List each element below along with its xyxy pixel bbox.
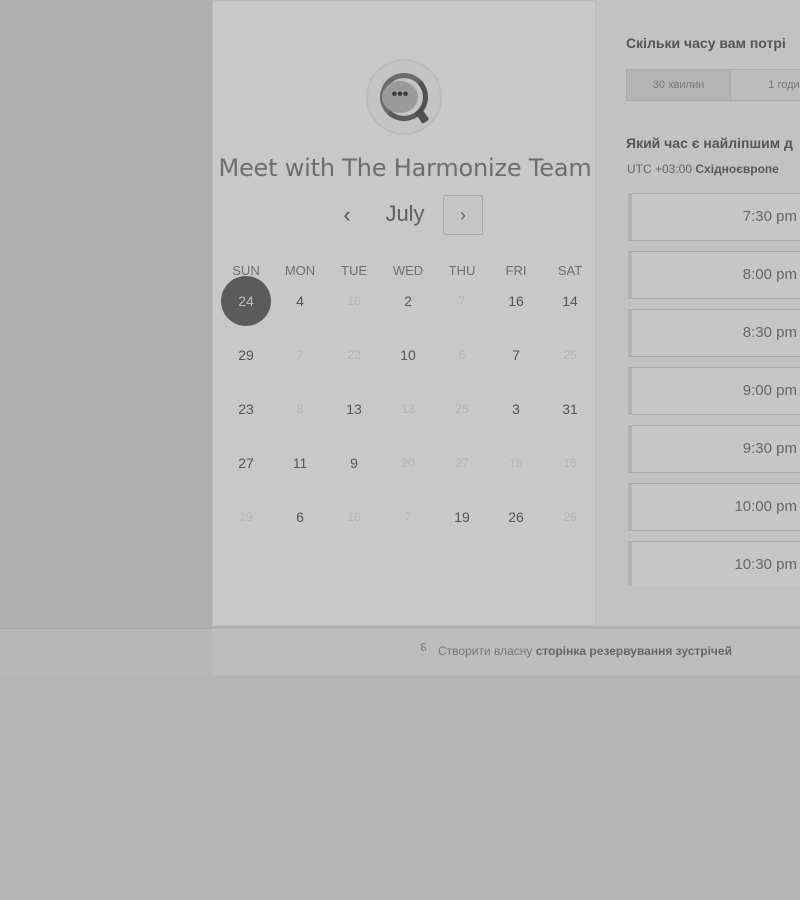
team-avatar: ••• — [366, 59, 442, 135]
calendar-day: 5 — [437, 330, 487, 380]
time-slot[interactable]: 10:00 pm — [628, 483, 800, 531]
calendar-day: 16 — [329, 492, 379, 542]
calendar-day: 7 — [275, 330, 325, 380]
time-slot[interactable]: 8:00 pm — [628, 251, 800, 299]
avatar-tail — [414, 107, 430, 125]
time-slot-label: 8:30 pm — [742, 324, 797, 341]
timezone-name: Східноєвропе — [695, 162, 779, 176]
calendar-day[interactable]: 16 — [491, 276, 541, 326]
time-slot-label: 8:00 pm — [742, 266, 797, 283]
duration-question: Скільки часу вам потрі — [626, 35, 786, 51]
calendar-day[interactable]: 3 — [491, 384, 541, 434]
meetings-widget: ••• Meet with The Harmonize Team ‹ July … — [212, 0, 800, 676]
month-label: July — [385, 201, 425, 226]
calendar-panel: ••• Meet with The Harmonize Team ‹ July … — [212, 0, 596, 626]
calendar-grid: 24 4 16 2 7 16 14 29 7 22 10 5 7 25 23 8 13 13 25 3 31 27 11 9 2… — [213, 276, 597, 546]
calendar-day: 22 — [329, 330, 379, 380]
selected-day[interactable]: 24 — [221, 276, 271, 326]
duration-option-30min[interactable]: 30 хвилин — [627, 70, 731, 100]
calendar-day[interactable]: 29 — [221, 330, 271, 380]
calendar-day: 26 — [545, 492, 595, 542]
calendar-day[interactable]: 6 — [275, 492, 325, 542]
calendar-day[interactable]: 13 — [329, 384, 379, 434]
times-panel: Скільки часу вам потрі 30 хвилин 1 годин… — [596, 0, 800, 626]
create-booking-page-link[interactable]: сторінка резервування зустрічей — [536, 644, 732, 658]
calendar-day: 27 — [437, 438, 487, 488]
calendar-day[interactable]: 14 — [545, 276, 595, 326]
duration-selector: 30 хвилин 1 годин — [626, 69, 800, 101]
calendar-day[interactable]: 7 — [491, 330, 541, 380]
time-slot-label: 9:30 pm — [742, 440, 797, 457]
calendar-day: 7 — [437, 276, 487, 326]
time-slot-label: 10:00 pm — [734, 498, 797, 515]
duration-option-1hour[interactable]: 1 годин — [732, 70, 800, 100]
time-slot[interactable]: 10:30 pm — [628, 541, 800, 586]
calendar-day: 8 — [275, 384, 325, 434]
month-navigation: ‹ July › — [213, 195, 597, 235]
calendar-day[interactable]: 19 — [437, 492, 487, 542]
calendar-day[interactable]: 31 — [545, 384, 595, 434]
widget-footer: ⸹ Створити власну сторінка резервування … — [212, 628, 800, 675]
footer-text: Створити власну сторінка резервування зу… — [438, 644, 732, 658]
time-slot[interactable]: 9:30 pm — [628, 425, 800, 473]
calendar-day: 18 — [491, 438, 541, 488]
calendar-day: 16 — [329, 276, 379, 326]
calendar-day: 25 — [437, 384, 487, 434]
time-slot-list[interactable]: 7:30 pm 8:00 pm 8:30 pm 9:00 pm 9:30 pm 10:00… — [626, 190, 800, 586]
calendar-day[interactable]: 4 — [275, 276, 325, 326]
footer-prefix: Створити власну — [438, 644, 533, 658]
time-slot-label: 7:30 pm — [742, 208, 797, 225]
calendar-day[interactable]: 10 — [383, 330, 433, 380]
calendar-day[interactable]: 23 — [221, 384, 271, 434]
next-month-button[interactable]: › — [443, 195, 483, 235]
calendar-day[interactable]: 26 — [491, 492, 541, 542]
calendar-day[interactable]: 2 — [383, 276, 433, 326]
calendar-day: 20 — [383, 438, 433, 488]
calendar-day: 13 — [383, 384, 433, 434]
time-question: Який час є найліпшим д — [626, 135, 793, 151]
time-slot[interactable]: 9:00 pm — [628, 367, 800, 415]
calendar-day: 16 — [545, 438, 595, 488]
meeting-title: Meet with The Harmonize Team — [218, 154, 592, 182]
calendar-day[interactable]: 27 — [221, 438, 271, 488]
time-slot[interactable]: 8:30 pm — [628, 309, 800, 357]
sprocket-icon: ⸹ — [420, 641, 428, 657]
chat-bubble-icon: ••• — [382, 81, 418, 113]
timezone-offset: UTC +03:00 — [627, 162, 693, 176]
calendar-day[interactable]: 9 — [329, 438, 379, 488]
calendar-day: 19 — [221, 492, 271, 542]
calendar-day: 7 — [383, 492, 433, 542]
timezone-label[interactable]: UTC +03:00 Східноєвропе — [627, 162, 779, 176]
page-lower-area — [0, 676, 800, 900]
calendar-day: 25 — [545, 330, 595, 380]
prev-month-button[interactable]: ‹ — [333, 201, 361, 229]
time-slot[interactable]: 7:30 pm — [628, 193, 800, 241]
time-slot-label: 9:00 pm — [742, 382, 797, 399]
time-slot-label: 10:30 pm — [734, 556, 797, 573]
calendar-day[interactable]: 11 — [275, 438, 325, 488]
